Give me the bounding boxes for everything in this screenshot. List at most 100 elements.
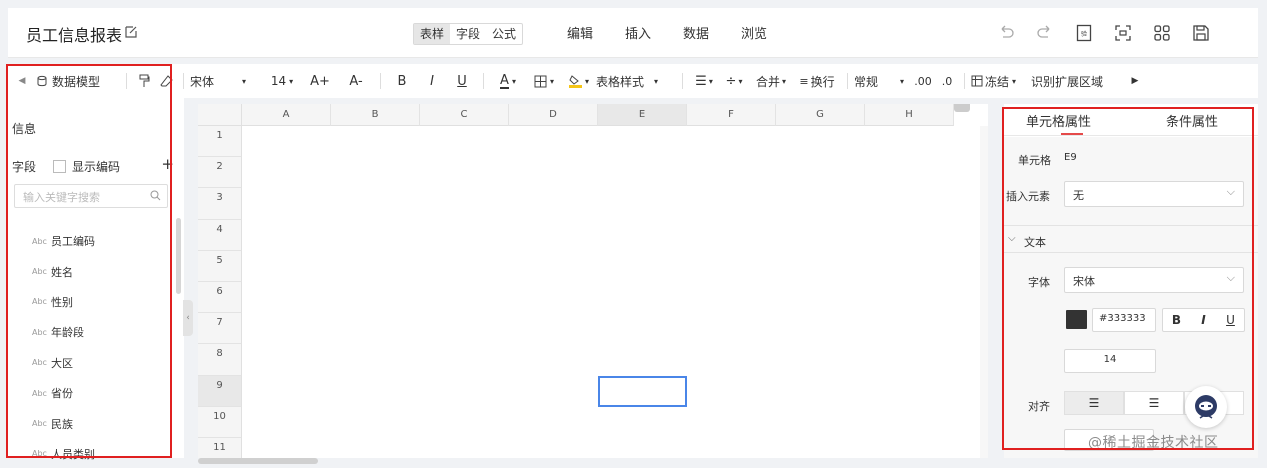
edit-title-icon[interactable] bbox=[124, 25, 138, 39]
wrap-text-icon: ≡ bbox=[799, 74, 809, 88]
collapse-panel-handle[interactable]: ‹ bbox=[183, 300, 193, 336]
scroll-right-icon[interactable]: ▶ bbox=[1127, 64, 1143, 98]
border-button[interactable]: ▾ bbox=[526, 64, 562, 98]
column-header[interactable]: D bbox=[509, 104, 598, 126]
column-header[interactable]: G bbox=[776, 104, 865, 126]
row-header[interactable]: 1 bbox=[198, 126, 242, 158]
caret-down-icon: ▾ bbox=[654, 76, 659, 86]
tab-fields[interactable]: 字段 bbox=[450, 24, 486, 44]
format-toolbar: ◀ 数据模型 宋体 ▾ 14 ▾ A+ A- B I U A ▾ ▾ ▾ 表格样… bbox=[8, 64, 1258, 98]
select-all-corner[interactable] bbox=[198, 104, 242, 126]
tab-formula[interactable]: 公式 bbox=[486, 24, 522, 44]
undo-icon[interactable] bbox=[986, 22, 1025, 44]
bold-button[interactable]: B bbox=[387, 64, 417, 98]
grid-horizontal-scrollbar[interactable] bbox=[198, 458, 318, 464]
spreadsheet-grid[interactable]: A B C D E F G H 1 2 3 4 5 6 7 8 9 10 11 bbox=[198, 104, 988, 458]
caret-down-icon: ▾ bbox=[900, 76, 905, 86]
top-bar: 员工信息报表 表样 字段 公式 编辑 插入 数据 浏览 验 bbox=[8, 8, 1258, 58]
row-header[interactable]: 9 bbox=[198, 375, 242, 407]
column-header[interactable]: B bbox=[331, 104, 420, 126]
font-color-glyph: A bbox=[500, 72, 509, 89]
divider bbox=[964, 73, 965, 89]
chevron-left-icon: ‹ bbox=[186, 313, 190, 323]
scan-icon[interactable] bbox=[1103, 22, 1142, 44]
caret-down-icon: ▾ bbox=[511, 76, 516, 86]
divider bbox=[183, 73, 184, 89]
freeze-label: 冻结 bbox=[985, 74, 1010, 89]
divider bbox=[682, 73, 683, 89]
caret-down-icon: ▾ bbox=[1012, 76, 1017, 86]
top-menu: 编辑 插入 数据 浏览 bbox=[567, 23, 799, 42]
caret-down-icon: ▾ bbox=[289, 76, 294, 86]
caret-down-icon: ▾ bbox=[782, 76, 787, 86]
menu-data[interactable]: 数据 bbox=[683, 23, 741, 42]
row-header[interactable]: 11 bbox=[198, 437, 242, 458]
font-size-value: 14 bbox=[270, 74, 287, 88]
menu-insert[interactable]: 插入 bbox=[625, 23, 683, 42]
underline-button[interactable]: U bbox=[447, 64, 477, 98]
italic-button[interactable]: I bbox=[417, 64, 447, 98]
tab-layout[interactable]: 表样 bbox=[414, 24, 451, 44]
preview-icon[interactable]: 验 bbox=[1064, 22, 1103, 44]
wrap-label: 换行 bbox=[810, 74, 835, 89]
column-header[interactable]: E bbox=[598, 104, 687, 126]
merge-label: 合并 bbox=[755, 74, 780, 89]
column-header[interactable]: F bbox=[687, 104, 776, 126]
chevron-down-icon[interactable] bbox=[954, 104, 970, 112]
row-header[interactable]: 4 bbox=[198, 219, 242, 251]
decrease-font-button[interactable]: A- bbox=[338, 64, 374, 98]
menu-browse[interactable]: 浏览 bbox=[741, 23, 799, 42]
font-size-select[interactable]: 14 ▾ bbox=[262, 64, 302, 98]
expand-area-button[interactable]: 识别扩展区域 bbox=[1031, 64, 1127, 98]
table-style-select[interactable]: 表格样式 ▾ bbox=[596, 64, 676, 98]
column-headers: A B C D E F G H bbox=[198, 104, 954, 126]
row-header[interactable]: 7 bbox=[198, 313, 242, 345]
mode-tabs: 表样 字段 公式 bbox=[413, 23, 524, 45]
caret-down-icon: ▾ bbox=[549, 76, 554, 86]
grid-scrollbar[interactable] bbox=[980, 126, 988, 458]
caret-down-icon: ▾ bbox=[738, 76, 743, 86]
font-family-select[interactable]: 宋体 ▾ bbox=[190, 64, 262, 98]
number-format-select[interactable]: 常规 ▾ bbox=[854, 64, 910, 98]
column-header[interactable]: A bbox=[242, 104, 331, 126]
row-header[interactable]: 8 bbox=[198, 344, 242, 376]
align-lines-icon: ☰ bbox=[695, 73, 707, 89]
row-header[interactable]: 6 bbox=[198, 281, 242, 314]
menu-edit[interactable]: 编辑 bbox=[567, 23, 625, 42]
column-header[interactable]: C bbox=[420, 104, 509, 126]
redo-icon[interactable] bbox=[1025, 22, 1064, 44]
valign-button[interactable]: ÷ ▾ bbox=[719, 64, 749, 98]
freeze-icon bbox=[971, 75, 983, 87]
grid-icon[interactable] bbox=[1142, 22, 1181, 44]
divider bbox=[483, 73, 484, 89]
row-header[interactable]: 3 bbox=[198, 188, 242, 220]
wrap-button[interactable]: ≡ 换行 bbox=[793, 64, 841, 98]
caret-down-icon: ▾ bbox=[708, 76, 713, 86]
freeze-button[interactable]: 冻结 ▾ bbox=[971, 64, 1031, 98]
divider bbox=[380, 73, 381, 89]
caret-down-icon: ▾ bbox=[584, 76, 589, 86]
decimal-increase-button[interactable]: .00 bbox=[910, 64, 936, 98]
border-icon bbox=[534, 75, 547, 87]
decimal-decrease-button[interactable]: .0 bbox=[936, 64, 958, 98]
fill-color-button[interactable]: ▾ bbox=[562, 64, 596, 98]
increase-font-button[interactable]: A+ bbox=[302, 64, 338, 98]
save-icon[interactable] bbox=[1181, 22, 1220, 44]
fill-bucket-icon bbox=[568, 75, 582, 88]
number-format-value: 常规 bbox=[854, 74, 879, 89]
column-header[interactable]: H bbox=[865, 104, 954, 126]
merge-button[interactable]: 合并 ▾ bbox=[749, 64, 793, 98]
field-list-scrollbar[interactable] bbox=[176, 218, 181, 294]
caret-down-icon: ▾ bbox=[242, 76, 247, 86]
highlight-box-left bbox=[6, 64, 172, 458]
row-headers: 1 2 3 4 5 6 7 8 9 10 11 bbox=[198, 126, 242, 458]
row-header[interactable]: 5 bbox=[198, 250, 242, 282]
font-color-button[interactable]: A ▾ bbox=[490, 64, 526, 98]
top-actions: 验 bbox=[986, 22, 1220, 44]
align-button[interactable]: ☰ ▾ bbox=[689, 64, 719, 98]
font-family-value: 宋体 bbox=[190, 74, 215, 89]
valign-icon: ÷ bbox=[725, 73, 737, 89]
row-header[interactable]: 10 bbox=[198, 406, 242, 438]
selected-cell[interactable] bbox=[598, 376, 687, 407]
row-header[interactable]: 2 bbox=[198, 157, 242, 189]
